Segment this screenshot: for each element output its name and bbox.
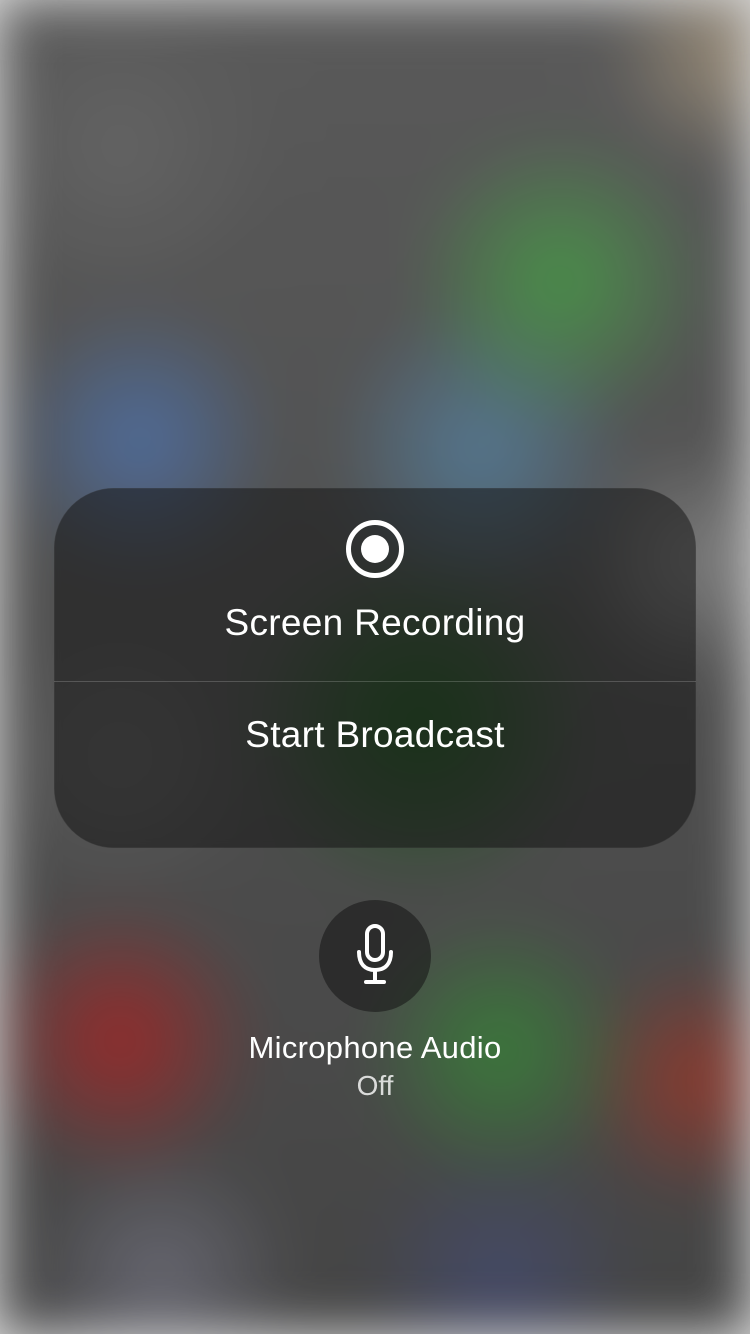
microphone-state: Off xyxy=(357,1070,394,1102)
record-icon xyxy=(346,520,404,578)
microphone-section: Microphone Audio Off xyxy=(0,900,750,1102)
microphone-icon xyxy=(351,924,399,988)
record-icon-dot xyxy=(361,535,389,563)
screen-recording-card: Screen Recording Start Broadcast xyxy=(54,488,696,848)
microphone-toggle-button[interactable] xyxy=(319,900,431,1012)
start-broadcast-button[interactable]: Start Broadcast xyxy=(54,682,696,848)
screen-recording-header: Screen Recording xyxy=(54,488,696,681)
screen-recording-title: Screen Recording xyxy=(225,602,526,644)
microphone-label: Microphone Audio xyxy=(249,1030,502,1066)
start-broadcast-label: Start Broadcast xyxy=(245,714,505,756)
control-center-expanded: Screen Recording Start Broadcast Microph… xyxy=(0,0,750,1334)
